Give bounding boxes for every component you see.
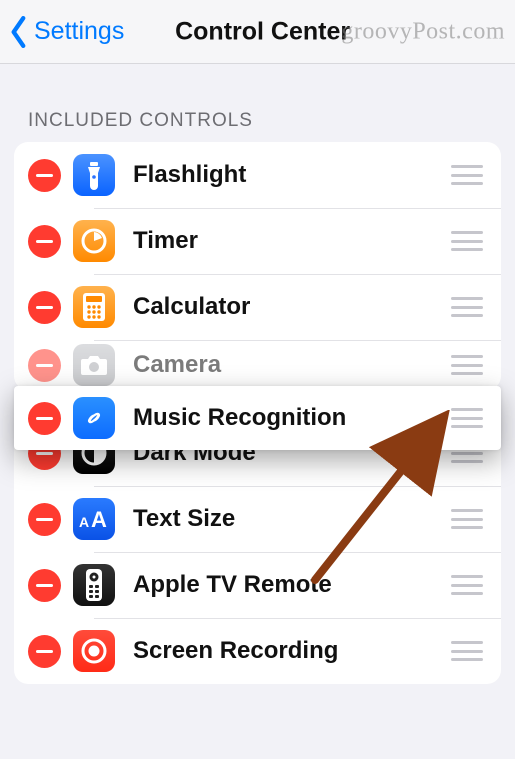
drag-handle[interactable]: [451, 509, 483, 529]
flashlight-icon: [73, 154, 115, 196]
remove-button[interactable]: [28, 159, 61, 192]
drag-handle[interactable]: [451, 355, 483, 375]
remove-button[interactable]: [28, 503, 61, 536]
shazam-icon: [73, 397, 115, 439]
dragged-row-music-recognition[interactable]: Music Recognition: [14, 386, 501, 450]
row-label: Screen Recording: [133, 637, 451, 665]
drag-handle[interactable]: [451, 297, 483, 317]
remove-button[interactable]: [28, 402, 61, 435]
row-label: Flashlight: [133, 161, 451, 189]
drag-handle[interactable]: [451, 408, 483, 428]
list-item: Timer: [14, 208, 501, 274]
nav-bar: Settings Control Center groovyPost.com: [0, 0, 515, 64]
camera-icon: [73, 344, 115, 386]
drag-handle[interactable]: [451, 641, 483, 661]
remove-button[interactable]: [28, 635, 61, 668]
drag-handle[interactable]: [451, 575, 483, 595]
calculator-icon: [73, 286, 115, 328]
chevron-left-icon: [6, 16, 32, 48]
svg-text:A: A: [91, 507, 107, 531]
list-item: Apple TV Remote: [14, 552, 501, 618]
row-label: Camera: [133, 351, 451, 379]
controls-list-bottom: Dark ModeAAText SizeApple TV RemoteScree…: [14, 420, 501, 684]
remove-button[interactable]: [28, 569, 61, 602]
row-label: Apple TV Remote: [133, 571, 451, 599]
remove-button[interactable]: [28, 349, 61, 382]
list-item: Flashlight: [14, 142, 501, 208]
timer-icon: [73, 220, 115, 262]
drag-handle[interactable]: [451, 165, 483, 185]
svg-text:A: A: [79, 514, 89, 530]
row-label: Music Recognition: [133, 404, 451, 432]
row-label: Calculator: [133, 293, 451, 321]
back-button[interactable]: Settings: [0, 16, 124, 48]
drag-handle[interactable]: [451, 231, 483, 251]
row-label: Timer: [133, 227, 451, 255]
list-item: Screen Recording: [14, 618, 501, 684]
controls-list-top: Flashlight Timer Calculator Camera: [14, 142, 501, 390]
row-label: Text Size: [133, 505, 451, 533]
page-title: Control Center: [175, 17, 350, 46]
screen-recording-icon: [73, 630, 115, 672]
list-item: Calculator: [14, 274, 501, 340]
remove-button[interactable]: [28, 225, 61, 258]
list-item: AA Text Size: [14, 486, 501, 552]
back-label: Settings: [34, 19, 124, 44]
list-item: Camera: [14, 340, 501, 390]
remove-button[interactable]: [28, 291, 61, 324]
watermark-text: groovyPost.com: [341, 18, 505, 45]
text-size-icon: AA: [73, 498, 115, 540]
section-header: INCLUDED CONTROLS: [0, 64, 515, 142]
appletv-remote-icon: [73, 564, 115, 606]
